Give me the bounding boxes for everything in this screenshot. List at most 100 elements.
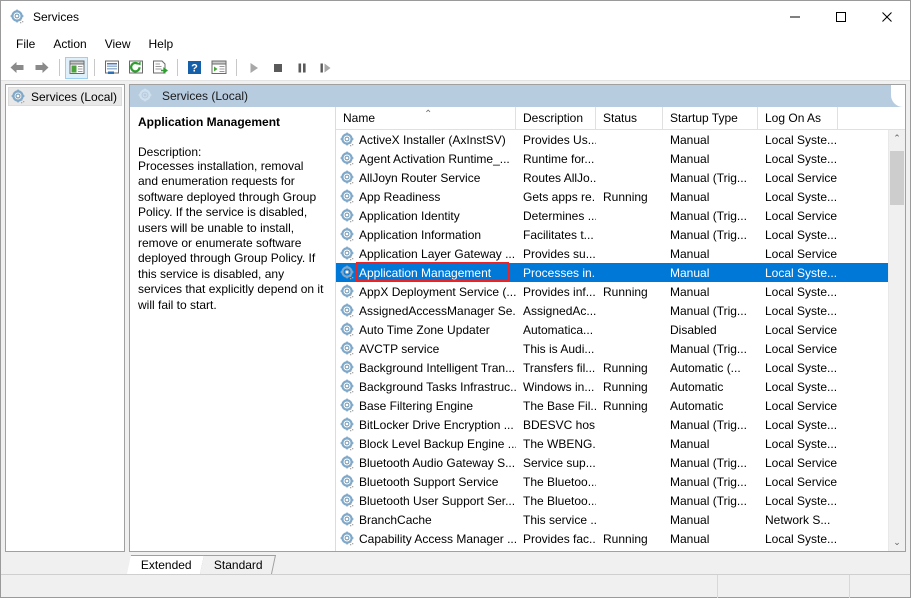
toolbar-separator bbox=[59, 59, 60, 76]
service-gear-icon bbox=[340, 284, 356, 300]
cell-name: AppX Deployment Service (... bbox=[336, 284, 516, 300]
service-gear-icon bbox=[340, 531, 356, 547]
cell-startup-type: Manual (Trig... bbox=[670, 227, 747, 242]
tree-item-label: Services (Local) bbox=[31, 89, 118, 104]
properties-icon[interactable] bbox=[100, 57, 123, 79]
cell-startup-type: Manual bbox=[670, 512, 710, 527]
cell-status: Running bbox=[603, 189, 648, 204]
table-row[interactable]: BranchCache This service ... Manual Network… bbox=[336, 510, 888, 529]
sort-ascending-icon: ⌃ bbox=[424, 109, 433, 120]
table-row[interactable]: App Readiness Gets apps re... Running Manua… bbox=[336, 187, 888, 206]
cell-status: Running bbox=[603, 398, 648, 413]
table-row[interactable]: BitLocker Drive Encryption ... BDESVC hos… bbox=[336, 415, 888, 434]
table-row[interactable]: Background Tasks Infrastruc... Windows in… bbox=[336, 377, 888, 396]
minimize-button[interactable] bbox=[772, 1, 818, 33]
service-gear-icon bbox=[340, 512, 356, 528]
service-gear-icon bbox=[340, 246, 356, 262]
table-row[interactable]: Bluetooth User Support Ser... The Bluetoo… bbox=[336, 491, 888, 510]
table-row[interactable]: Application Information Facilitates t... M… bbox=[336, 225, 888, 244]
service-description-panel: Application Management Description: Proc… bbox=[130, 107, 335, 551]
help-icon[interactable]: ? bbox=[183, 57, 206, 79]
menu-view[interactable]: View bbox=[96, 35, 140, 53]
service-name-label: Agent Activation Runtime_... bbox=[359, 151, 510, 166]
restart-service-icon[interactable] bbox=[314, 57, 337, 79]
table-row[interactable]: AppX Deployment Service (... Provides inf… bbox=[336, 282, 888, 301]
cell-name: ActiveX Installer (AxInstSV) bbox=[336, 132, 516, 148]
column-header-description[interactable]: Description bbox=[516, 107, 596, 129]
close-button[interactable] bbox=[864, 1, 910, 33]
service-gear-icon bbox=[340, 322, 356, 338]
scroll-up-arrow-icon[interactable]: ⌃ bbox=[889, 130, 905, 147]
column-header-status[interactable]: Status bbox=[596, 107, 663, 129]
table-row[interactable]: Bluetooth Support Service The Bluetoo... M… bbox=[336, 472, 888, 491]
menu-help[interactable]: Help bbox=[140, 35, 183, 53]
show-hide-console-tree-icon[interactable] bbox=[65, 56, 88, 79]
cell-log-on-as: Network S... bbox=[765, 512, 831, 527]
service-name-label: Bluetooth User Support Ser... bbox=[359, 493, 516, 508]
cell-name: Application Layer Gateway ... bbox=[336, 246, 516, 262]
table-row[interactable]: Auto Time Zone Updater Automatica... Disab… bbox=[336, 320, 888, 339]
cell-status: Running bbox=[603, 284, 648, 299]
pane-header: Services (Local) bbox=[130, 85, 905, 107]
export-list-icon[interactable] bbox=[148, 57, 171, 79]
column-header-log-on-as[interactable]: Log On As bbox=[758, 107, 838, 129]
stop-service-icon[interactable] bbox=[266, 57, 289, 79]
table-row[interactable]: Application Management Processes in... Man… bbox=[336, 263, 888, 282]
pause-service-icon[interactable] bbox=[290, 57, 313, 79]
cell-description: Provides su... bbox=[523, 246, 596, 261]
cell-name: BranchCache bbox=[336, 512, 516, 528]
column-header-filler[interactable] bbox=[838, 107, 878, 129]
pane-header-corner bbox=[891, 85, 905, 107]
refresh-icon[interactable] bbox=[124, 57, 147, 79]
table-row[interactable]: AllJoyn Router Service Routes AllJo... Man… bbox=[336, 168, 888, 187]
table-row[interactable]: Capability Access Manager ... Provides fa… bbox=[336, 529, 888, 548]
scroll-down-arrow-icon[interactable]: ⌄ bbox=[889, 534, 905, 551]
table-row[interactable]: Background Intelligent Tran... Transfers … bbox=[336, 358, 888, 377]
tab-standard[interactable]: Standard bbox=[199, 555, 276, 574]
back-icon[interactable] bbox=[6, 57, 29, 79]
table-row[interactable]: Agent Activation Runtime_... Runtime for.… bbox=[336, 149, 888, 168]
vertical-scrollbar[interactable]: ⌃ ⌄ bbox=[888, 130, 905, 551]
scrollbar-thumb[interactable] bbox=[890, 151, 904, 205]
service-name-label: Background Intelligent Tran... bbox=[359, 360, 516, 375]
forward-icon[interactable] bbox=[30, 57, 53, 79]
cell-description: Routes AllJo... bbox=[523, 170, 596, 185]
services-gear-icon bbox=[11, 89, 27, 105]
cell-description: Provides fac... bbox=[523, 531, 596, 546]
table-row[interactable]: Block Level Backup Engine ... The WBENG..… bbox=[336, 434, 888, 453]
cell-startup-type: Manual (Trig... bbox=[670, 455, 747, 470]
show-hide-action-pane-icon[interactable] bbox=[207, 57, 230, 79]
column-header-startup-type[interactable]: Startup Type bbox=[663, 107, 758, 129]
table-row[interactable]: Bluetooth Audio Gateway S... Service sup.… bbox=[336, 453, 888, 472]
menu-bar: File Action View Help bbox=[1, 33, 910, 55]
table-row[interactable]: AssignedAccessManager Se... AssignedAc...… bbox=[336, 301, 888, 320]
cell-startup-type: Manual bbox=[670, 132, 710, 147]
toolbar: ? bbox=[1, 55, 910, 81]
cell-name: AssignedAccessManager Se... bbox=[336, 303, 516, 319]
menu-action[interactable]: Action bbox=[44, 35, 95, 53]
main-body: Services (Local) Services (Local) Applic… bbox=[1, 81, 910, 552]
scrollbar-track[interactable] bbox=[889, 147, 905, 534]
service-gear-icon bbox=[340, 398, 356, 414]
start-service-icon[interactable] bbox=[242, 57, 265, 79]
service-name-label: ActiveX Installer (AxInstSV) bbox=[359, 132, 506, 147]
cell-startup-type: Manual (Trig... bbox=[670, 474, 747, 489]
maximize-button[interactable] bbox=[818, 1, 864, 33]
tab-extended[interactable]: Extended bbox=[126, 555, 205, 574]
tree-item-services-local[interactable]: Services (Local) bbox=[8, 87, 122, 106]
service-name-label: Base Filtering Engine bbox=[359, 398, 474, 413]
table-row[interactable]: Application Identity Determines ... Manual… bbox=[336, 206, 888, 225]
service-gear-icon bbox=[340, 265, 356, 281]
table-row[interactable]: ActiveX Installer (AxInstSV) Provides Us.… bbox=[336, 130, 888, 149]
table-row[interactable]: AVCTP service This is Audi... Manual (Trig… bbox=[336, 339, 888, 358]
service-gear-icon bbox=[340, 170, 356, 186]
menu-file[interactable]: File bbox=[7, 35, 44, 53]
status-bar-section-3 bbox=[850, 575, 910, 598]
cell-description: Service sup... bbox=[523, 455, 596, 470]
table-row[interactable]: Application Layer Gateway ... Provides su… bbox=[336, 244, 888, 263]
cell-log-on-as: Local Syste... bbox=[765, 493, 838, 508]
status-bar-main bbox=[1, 574, 718, 598]
column-header-name[interactable]: Name ⌃ bbox=[336, 107, 516, 129]
table-row[interactable]: Base Filtering Engine The Base Fil... Runn… bbox=[336, 396, 888, 415]
cell-startup-type: Manual (Trig... bbox=[670, 417, 747, 432]
